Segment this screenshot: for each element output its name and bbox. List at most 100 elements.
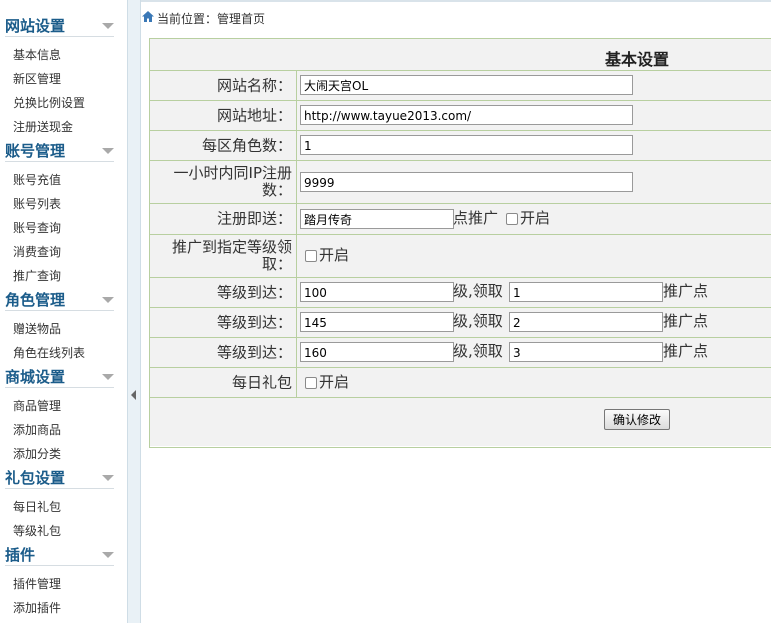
sidebar-group-account[interactable]: 账号管理: [0, 140, 118, 162]
level-input[interactable]: 160: [300, 342, 454, 362]
chevron-down-icon[interactable]: [102, 297, 114, 303]
sidebar-group-shop[interactable]: 商城设置: [0, 366, 118, 388]
value-cell: 145 级,领取 2 推广点: [297, 308, 771, 337]
level-input[interactable]: 100: [300, 282, 454, 302]
points-input[interactable]: 3: [509, 342, 663, 362]
sidebar-group-title: 插件: [5, 546, 36, 564]
divider: [5, 565, 114, 566]
level-reward-toggle-label: 开启: [319, 246, 350, 264]
roles-per-zone-label: 每区角色数：: [201, 136, 292, 154]
row-level-reward-3: 等级到达： 160 级,领取 3 推广点: [150, 338, 771, 368]
sidebar-item-promo-query[interactable]: 推广查询: [13, 268, 61, 284]
value-cell: 开启: [297, 235, 771, 277]
value-cell: 1: [297, 131, 771, 160]
level-reward-checkbox[interactable]: [305, 250, 317, 262]
sidebar-item-account-query[interactable]: 账号查询: [13, 220, 61, 236]
sidebar-item-plugin-manage[interactable]: 插件管理: [13, 576, 61, 592]
points-input[interactable]: 2: [509, 312, 663, 332]
points-suffix: 推广点: [663, 282, 709, 300]
divider: [5, 488, 114, 489]
breadcrumb: 当前位置：管理首页: [141, 0, 771, 36]
divider: [5, 161, 114, 162]
level-mid-text: 级,领取: [453, 312, 503, 330]
sidebar-item-spend-query[interactable]: 消费查询: [13, 244, 61, 260]
sidebar-item-new-zone[interactable]: 新区管理: [13, 71, 61, 87]
form-title: 基本设置: [605, 50, 670, 69]
sidebar-group-site-settings[interactable]: 网站设置: [0, 15, 118, 37]
sidebar-group-title: 网站设置: [5, 17, 66, 35]
sidebar-item-add-category[interactable]: 添加分类: [13, 446, 61, 462]
sidebar-item-exchange-ratio[interactable]: 兑换比例设置: [13, 95, 85, 111]
sidebar-item-level-gift[interactable]: 等级礼包: [13, 523, 61, 539]
sidebar-group-roles[interactable]: 角色管理: [0, 289, 118, 311]
points-suffix: 推广点: [663, 312, 709, 330]
sidebar-group-plugins[interactable]: 插件: [0, 544, 118, 566]
row-submit: 确认修改: [150, 398, 771, 446]
value-cell: 160 级,领取 3 推广点: [297, 338, 771, 367]
sidebar-group-title: 账号管理: [5, 142, 66, 160]
sidebar-group-gift-packs[interactable]: 礼包设置: [0, 467, 118, 489]
register-gift-label: 注册即送：: [216, 209, 292, 228]
row-ip-limit: 一小时内同IP注册数： 9999: [150, 161, 771, 204]
ip-limit-input[interactable]: 9999: [300, 172, 633, 192]
register-gift-toggle-label: 开启: [520, 209, 551, 227]
sidebar-collapse-bar[interactable]: [128, 0, 141, 623]
submit-button[interactable]: 确认修改: [604, 409, 670, 430]
sidebar-item-account-list[interactable]: 账号列表: [13, 196, 61, 212]
value-cell: http://www.tayue2013.com/: [297, 101, 771, 130]
chevron-down-icon[interactable]: [102, 552, 114, 558]
level-label: 等级到达：: [216, 313, 292, 331]
label-cell: 每区角色数：: [150, 131, 297, 160]
value-cell: 开启: [297, 368, 771, 397]
collapse-left-icon[interactable]: [131, 390, 136, 400]
roles-per-zone-input[interactable]: 1: [300, 135, 633, 155]
sidebar-item-basic-info[interactable]: 基本信息: [13, 47, 61, 63]
value-cell: 踏月传奇 点推广 开启: [297, 204, 771, 234]
chevron-down-icon[interactable]: [102, 374, 114, 380]
site-name-label: 网站名称：: [216, 76, 292, 94]
level-label: 等级到达：: [216, 343, 292, 361]
row-level-reward-2: 等级到达： 145 级,领取 2 推广点: [150, 308, 771, 338]
sidebar-item-gift-items[interactable]: 赠送物品: [13, 321, 61, 337]
daily-gift-toggle-label: 开启: [319, 373, 350, 391]
site-name-input[interactable]: 大闹天宫OL: [300, 75, 633, 95]
label-cell: 网站地址：: [150, 101, 297, 130]
level-input[interactable]: 145: [300, 312, 454, 332]
sidebar-group-title: 商城设置: [5, 368, 66, 386]
form-title-row: 基本设置: [150, 39, 771, 71]
level-reward-label: 推广到指定等级领取：: [171, 238, 292, 273]
value-cell: 大闹天宫OL: [297, 71, 771, 100]
site-url-input[interactable]: http://www.tayue2013.com/: [300, 105, 633, 125]
sidebar-item-product-manage[interactable]: 商品管理: [13, 398, 61, 414]
chevron-down-icon[interactable]: [102, 23, 114, 29]
sidebar-item-recharge[interactable]: 账号充值: [13, 172, 61, 188]
chevron-down-icon[interactable]: [102, 148, 114, 154]
home-icon: [142, 11, 154, 22]
row-daily-gift: 每日礼包 开启: [150, 368, 771, 398]
sidebar-item-add-product[interactable]: 添加商品: [13, 422, 61, 438]
daily-gift-checkbox[interactable]: [305, 377, 317, 389]
breadcrumb-text: 当前位置：管理首页: [157, 12, 266, 26]
label-cell: 等级到达：: [150, 338, 297, 367]
sidebar-item-online-roles[interactable]: 角色在线列表: [13, 345, 85, 361]
sidebar-group-title: 角色管理: [5, 291, 66, 309]
label-cell: 网站名称：: [150, 71, 297, 100]
sidebar-item-register-cash[interactable]: 注册送现金: [13, 119, 73, 135]
sidebar-item-add-plugin[interactable]: 添加插件: [13, 600, 61, 616]
level-label: 等级到达：: [216, 283, 292, 301]
row-level-reward: 推广到指定等级领取： 开启: [150, 235, 771, 278]
sidebar: 网站设置 基本信息 新区管理 兑换比例设置 注册送现金 账号管理 账号充值 账号…: [0, 0, 128, 623]
sidebar-item-daily-gift[interactable]: 每日礼包: [13, 499, 61, 515]
points-input[interactable]: 1: [509, 282, 663, 302]
label-cell: 一小时内同IP注册数：: [150, 161, 297, 203]
label-cell: 等级到达：: [150, 308, 297, 337]
label-cell: 注册即送：: [150, 204, 297, 234]
divider: [5, 310, 114, 311]
row-level-reward-1: 等级到达： 100 级,领取 1 推广点: [150, 278, 771, 308]
label-cell: 推广到指定等级领取：: [150, 235, 297, 277]
register-gift-input[interactable]: 踏月传奇: [300, 209, 454, 229]
chevron-down-icon[interactable]: [102, 475, 114, 481]
sidebar-group-title: 礼包设置: [5, 469, 66, 487]
register-gift-checkbox[interactable]: [506, 213, 518, 225]
settings-form: 基本设置 网站名称： 大闹天宫OL 网站地址： http://www.tayue…: [149, 38, 771, 448]
